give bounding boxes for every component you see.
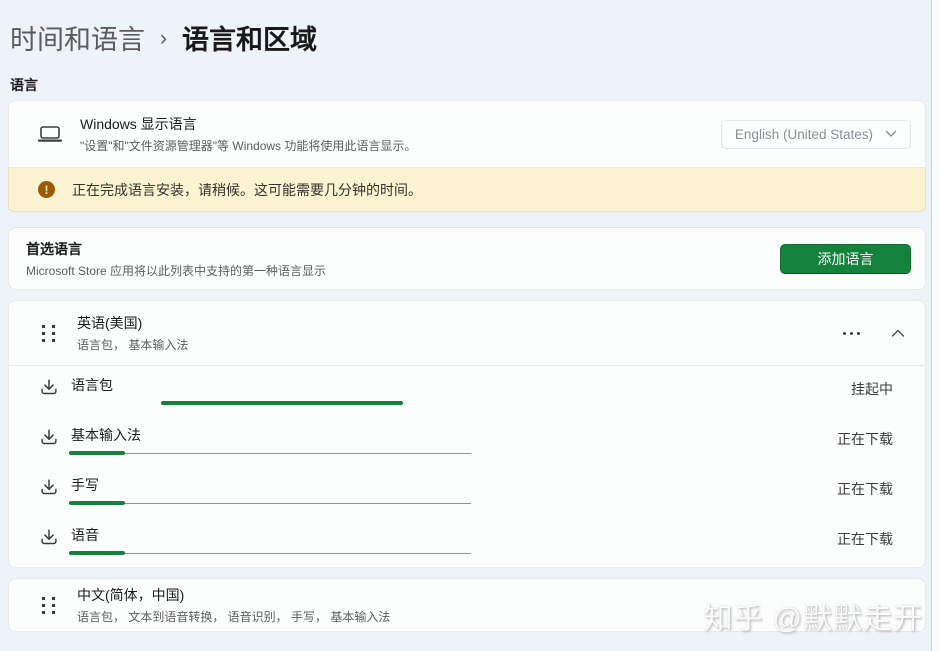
collapse-button[interactable] bbox=[885, 325, 911, 342]
progress-bar bbox=[69, 451, 471, 455]
preferred-language-description: Microsoft Store 应用将以此列表中支持的第一种语言显示 bbox=[26, 262, 326, 279]
language-title: 英语(美国) bbox=[77, 313, 188, 333]
download-icon bbox=[38, 377, 60, 399]
feature-row-language-pack: 语言包 挂起中 bbox=[9, 366, 925, 416]
progress-bar bbox=[69, 401, 471, 405]
feature-status: 挂起中 bbox=[851, 379, 893, 399]
feature-row-basic-typing: 基本输入法 正在下载 bbox=[9, 416, 925, 466]
preferred-language-card: 首选语言 Microsoft Store 应用将以此列表中支持的第一种语言显示 … bbox=[8, 227, 926, 290]
watermark: 知乎 @默默走开 bbox=[704, 595, 924, 637]
language-subtitle: 语言包， 文本到语音转换， 语音识别， 手写， 基本输入法 bbox=[77, 608, 390, 625]
display-language-text: Windows 显示语言 "设置"和"文件资源管理器"等 Windows 功能将… bbox=[80, 114, 416, 154]
breadcrumb-parent[interactable]: 时间和语言 bbox=[10, 18, 145, 57]
feature-status: 正在下载 bbox=[837, 479, 893, 499]
preferred-language-title: 首选语言 bbox=[26, 239, 326, 259]
feature-status: 正在下载 bbox=[837, 529, 893, 549]
drag-handle-icon[interactable] bbox=[42, 325, 55, 342]
language-card-header: 英语(美国) 语言包， 基本输入法 bbox=[9, 301, 925, 366]
scrollbar-track[interactable] bbox=[931, 0, 932, 651]
chevron-up-icon bbox=[891, 329, 905, 338]
breadcrumb: 时间和语言 › 语言和区域 bbox=[10, 18, 317, 57]
download-icon bbox=[38, 477, 60, 499]
progress-bar bbox=[69, 501, 471, 505]
installation-warning-banner: ! 正在完成语言安装，请稍候。这可能需要几分钟的时间。 bbox=[8, 167, 926, 212]
feature-label: 语言包 bbox=[71, 375, 113, 395]
settings-language-page: 时间和语言 › 语言和区域 语言 Windows 显示语言 "设置"和"文件资源… bbox=[0, 0, 940, 651]
page-title: 语言和区域 bbox=[182, 18, 317, 57]
feature-row-handwriting: 手写 正在下载 bbox=[9, 466, 925, 516]
language-subtitle: 语言包， 基本输入法 bbox=[77, 336, 188, 353]
feature-status: 正在下载 bbox=[837, 429, 893, 449]
drag-handle-icon[interactable] bbox=[42, 597, 55, 614]
section-label-language: 语言 bbox=[10, 75, 38, 95]
more-options-button[interactable] bbox=[839, 326, 864, 341]
download-icon bbox=[38, 427, 60, 449]
feature-label: 手写 bbox=[71, 475, 99, 495]
feature-label: 基本输入法 bbox=[71, 425, 141, 445]
feature-label: 语音 bbox=[71, 525, 99, 545]
breadcrumb-separator-icon: › bbox=[160, 25, 167, 51]
alert-icon: ! bbox=[38, 181, 55, 198]
display-language-dropdown-value: English (United States) bbox=[735, 127, 873, 142]
progress-bar bbox=[69, 551, 471, 555]
right-margin bbox=[932, 0, 940, 651]
add-language-button[interactable]: 添加语言 bbox=[780, 244, 911, 274]
display-language-dropdown[interactable]: English (United States) bbox=[721, 120, 911, 149]
chevron-down-icon bbox=[885, 130, 897, 138]
laptop-icon bbox=[37, 123, 63, 145]
display-language-description: "设置"和"文件资源管理器"等 Windows 功能将使用此语言显示。 bbox=[80, 137, 416, 154]
language-card-english-us: 英语(美国) 语言包， 基本输入法 语言包 挂起中 bbox=[8, 300, 926, 568]
warning-text: 正在完成语言安装，请稍候。这可能需要几分钟的时间。 bbox=[72, 180, 422, 200]
language-title-block: 中文(简体，中国) 语言包， 文本到语音转换， 语音识别， 手写， 基本输入法 bbox=[77, 585, 390, 625]
download-icon bbox=[38, 527, 60, 549]
feature-row-speech: 语音 正在下载 bbox=[9, 516, 925, 566]
preferred-language-text: 首选语言 Microsoft Store 应用将以此列表中支持的第一种语言显示 bbox=[26, 239, 326, 279]
language-title-block: 英语(美国) 语言包， 基本输入法 bbox=[77, 313, 188, 353]
language-title: 中文(简体，中国) bbox=[77, 585, 390, 605]
display-language-card: Windows 显示语言 "设置"和"文件资源管理器"等 Windows 功能将… bbox=[8, 100, 926, 167]
display-language-title: Windows 显示语言 bbox=[80, 114, 416, 134]
